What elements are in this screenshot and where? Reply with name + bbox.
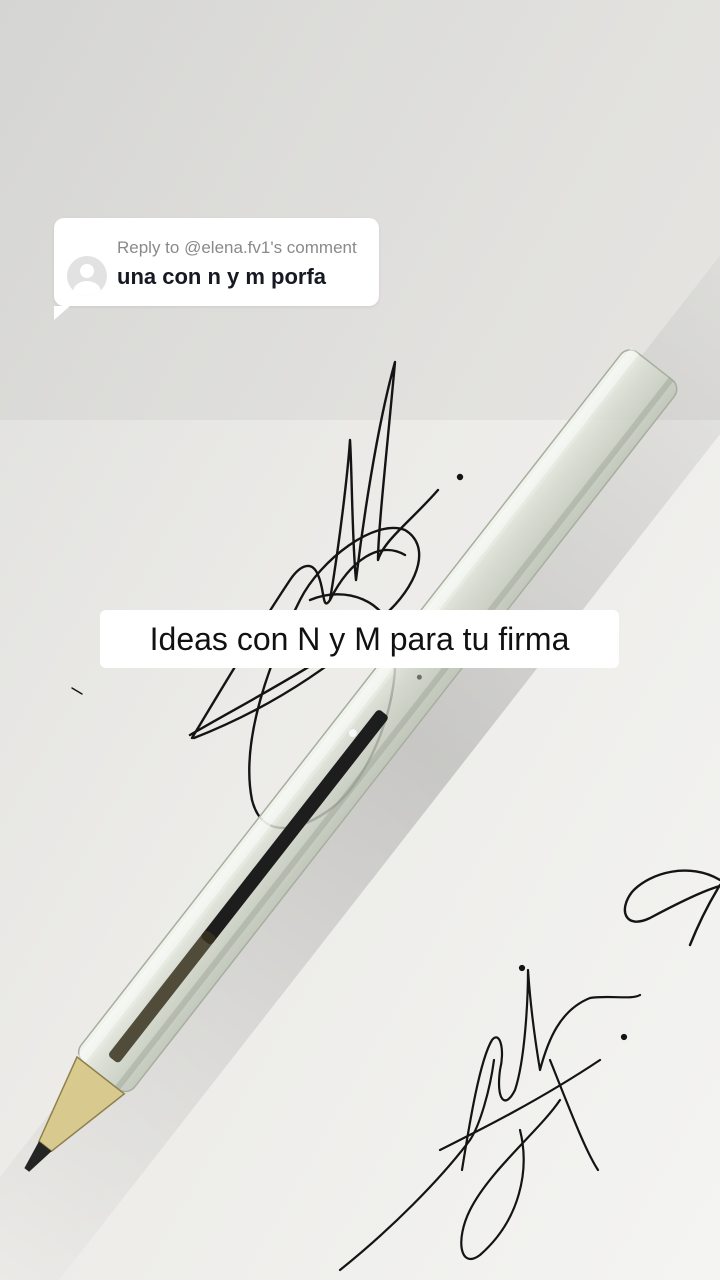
paper-shade-top [0, 0, 720, 420]
reply-header-text: Reply to @elena.fv1's comment [117, 238, 357, 257]
avatar-body-shape [73, 281, 101, 296]
bubble-tail [54, 306, 70, 320]
caption-box: Ideas con N y M para tu firma [100, 610, 619, 668]
avatar-head-shape [80, 264, 94, 278]
reply-comment-text: una con n y m porfa [117, 264, 327, 289]
default-avatar-icon [67, 256, 107, 296]
caption-text: Ideas con N y M para tu firma [149, 620, 570, 657]
reply-comment-bubble[interactable]: Reply to @elena.fv1's comment una con n … [54, 218, 379, 320]
